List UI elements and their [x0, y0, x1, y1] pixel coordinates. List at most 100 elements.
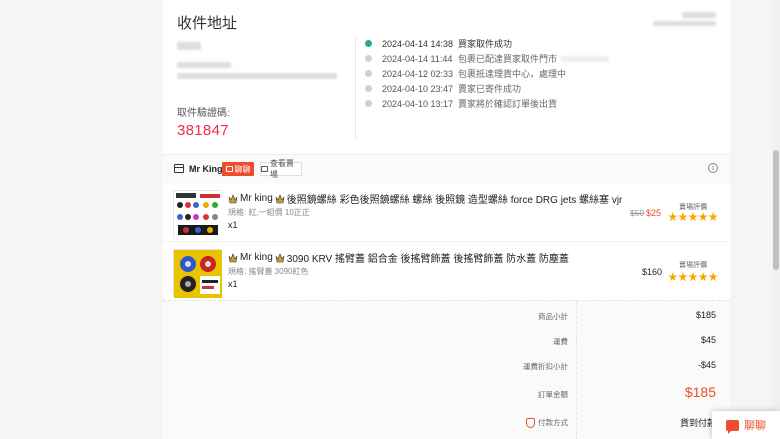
store-icon	[261, 166, 268, 172]
crown-icon	[228, 252, 238, 262]
item-prefix: Mr king	[240, 252, 273, 263]
rating-stars	[668, 272, 718, 282]
timeline-row: 2024-04-14 11:44 包裹已配達買家取件門市	[365, 51, 705, 66]
order-item[interactable]: Mr king 後照鏡螺絲 彩色後照鏡螺絲 螺絲 後照鏡 造型螺絲 force …	[163, 184, 730, 242]
redacted-logistics-number	[653, 21, 716, 26]
star-icon	[708, 212, 718, 222]
timeline-time: 2024-04-12 02:33	[382, 68, 454, 79]
shop-name[interactable]: Mr King	[189, 164, 223, 174]
summary-payment-row: 付款方式 貨到付款	[163, 415, 730, 439]
chat-icon	[225, 166, 233, 172]
timeline-dot	[365, 100, 372, 107]
item-variation: 規格: 搖臂蓋 3090紅色	[228, 267, 309, 276]
product-thumbnail	[173, 249, 222, 298]
summary-shipping-discount-row: 運費折扣小計 -$45	[163, 359, 730, 383]
star-icon	[678, 272, 688, 282]
chat-button[interactable]: 聊聊	[222, 162, 254, 176]
item-prefix: Mr king	[240, 193, 273, 204]
shipping-label: 運費	[553, 337, 568, 346]
timeline-desc: 賣家已寄件成功	[458, 84, 522, 94]
timeline-row: 2024-04-12 02:33 包裹抵達理貨中心，處理中	[365, 66, 705, 81]
shop-icon	[173, 164, 184, 173]
item-quantity: x1	[228, 220, 238, 230]
star-icon	[688, 272, 698, 282]
crown-icon	[275, 252, 285, 262]
star-icon	[688, 212, 698, 222]
rating-stars	[668, 212, 718, 222]
timeline-dot	[365, 40, 372, 47]
otp-label: 取件驗證碼:	[177, 108, 230, 119]
redacted-logistics-info	[682, 12, 716, 18]
shop-rating-label[interactable]: 賣場評價	[668, 202, 718, 212]
total-value: $185	[684, 384, 716, 400]
item-original-price: $50	[630, 208, 645, 218]
payment-method-value: 貨到付款	[679, 418, 716, 428]
page-scrollbar[interactable]	[772, 0, 780, 439]
otp-code: 381847	[177, 122, 229, 139]
item-title[interactable]: Mr king 3090 KRV 搖臂蓋 鋁合金 後搖臂飾蓋 後搖臂飾蓋 防水蓋…	[228, 250, 569, 265]
subtotal-label: 商品小計	[538, 312, 568, 321]
summary-subtotal-row: 商品小計 $185	[163, 309, 730, 333]
timeline-time: 2024-04-10 13:17	[382, 98, 454, 109]
summary-total-row: 訂單金額 $185	[163, 384, 730, 408]
shop-bar: Mr King 聊聊 查看賣場 i	[163, 154, 730, 183]
total-label: 訂單金額	[538, 390, 568, 399]
address-title: 收件地址	[177, 15, 238, 32]
order-item[interactable]: Mr king 3090 KRV 搖臂蓋 鋁合金 後搖臂飾蓋 後搖臂飾蓋 防水蓋…	[163, 243, 730, 301]
star-icon	[708, 272, 718, 282]
shop-rating-label[interactable]: 賣場評價	[668, 260, 718, 270]
item-price: $160	[642, 267, 663, 277]
timeline-row: 2024-04-14 14:38 買家取件成功	[365, 36, 705, 51]
crown-icon	[275, 193, 285, 203]
timeline-desc: 包裹抵達理貨中心，處理中	[458, 69, 567, 79]
chat-icon	[726, 419, 739, 434]
scrollbar-thumb[interactable]	[773, 150, 779, 270]
payment-label-text: 付款方式	[538, 418, 568, 427]
star-icon	[698, 212, 708, 222]
star-icon	[678, 212, 688, 222]
order-detail-card: 收件地址 取件驗證碼: 381847 2024-04-14 14:38 買家取件…	[163, 0, 730, 439]
star-icon	[668, 212, 678, 222]
timeline-desc: 賣家將於確認訂單後出貨	[458, 99, 558, 109]
redacted-recipient-phone	[177, 62, 231, 68]
timeline-dot	[365, 70, 372, 77]
star-icon	[698, 272, 708, 282]
shipping-discount-value: -$45	[697, 360, 716, 370]
timeline-dot	[365, 85, 372, 92]
view-shop-button[interactable]: 查看賣場	[260, 159, 302, 179]
subtotal-value: $185	[695, 310, 716, 320]
timeline-time: 2024-04-10 23:47	[382, 83, 454, 94]
item-quantity: x1	[228, 279, 238, 289]
crown-icon	[228, 193, 238, 203]
timeline-dot	[365, 55, 372, 62]
timeline-time: 2024-04-14 11:44	[382, 53, 453, 64]
payment-method-label: 付款方式	[526, 417, 568, 429]
item-title[interactable]: Mr king 後照鏡螺絲 彩色後照鏡螺絲 螺絲 後照鏡 造型螺絲 force …	[228, 191, 622, 206]
shield-icon	[526, 418, 535, 429]
floating-chat-label: 聊聊	[744, 420, 766, 432]
star-icon	[668, 272, 678, 282]
timeline-row: 2024-04-10 23:47 賣家已寄件成功	[365, 81, 705, 96]
chat-button-label: 聊聊	[234, 164, 251, 174]
shipping-discount-label: 運費折扣小計	[523, 362, 568, 371]
timeline-desc: 買家取件成功	[458, 39, 513, 49]
redacted-recipient-address	[177, 73, 337, 79]
view-shop-label: 查看賣場	[269, 159, 294, 179]
floating-chat-button[interactable]: 聊聊	[712, 411, 780, 439]
item-name: 後照鏡螺絲 彩色後照鏡螺絲 螺絲 後照鏡 造型螺絲 force DRG jets…	[286, 195, 623, 206]
order-summary: 商品小計 $185 運費 $45 運費折扣小計 -$45 訂單金額 $185 付…	[163, 300, 730, 439]
address-timeline-divider	[355, 36, 356, 140]
item-variation: 規格: 紅,一組價 10正正	[228, 208, 310, 217]
info-icon[interactable]: i	[708, 163, 718, 173]
item-name: 3090 KRV 搖臂蓋 鋁合金 後搖臂飾蓋 後搖臂飾蓋 防水蓋 防塵蓋	[286, 254, 569, 265]
product-thumbnail	[173, 190, 222, 239]
shipping-value: $45	[700, 335, 716, 345]
redacted-store-name	[561, 55, 610, 62]
summary-shipping-row: 運費 $45	[163, 334, 730, 358]
item-price: $25	[646, 208, 662, 218]
redacted-recipient-name	[177, 42, 201, 50]
timeline-row: 2024-04-10 13:17 賣家將於確認訂單後出貨	[365, 96, 705, 111]
timeline-desc: 包裹已配達買家取件門市	[458, 54, 558, 64]
timeline-time: 2024-04-14 14:38	[382, 38, 454, 49]
shipping-timeline: 2024-04-14 14:38 買家取件成功 2024-04-14 11:44…	[365, 36, 705, 111]
